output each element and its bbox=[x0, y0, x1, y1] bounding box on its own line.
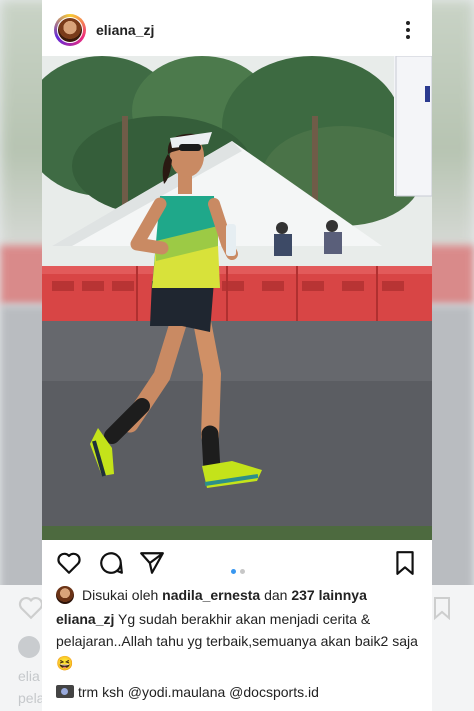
post-username[interactable]: eliana_zj bbox=[96, 22, 154, 38]
camera-emoji-icon bbox=[56, 685, 74, 698]
more-options-icon[interactable] bbox=[398, 18, 418, 42]
backdrop-username-fragment: elia bbox=[18, 668, 40, 684]
carousel-dot bbox=[240, 569, 245, 574]
comment-icon[interactable] bbox=[98, 550, 124, 576]
share-send-icon[interactable] bbox=[139, 550, 165, 576]
like-heart-icon[interactable] bbox=[56, 550, 82, 576]
mention-yodi[interactable]: @yodi.maulana bbox=[128, 684, 226, 700]
caption-credit-line: trm ksh @yodi.maulana @docsports.id bbox=[56, 684, 420, 700]
profile-avatar[interactable] bbox=[54, 14, 86, 46]
backdrop-bookmark-icon bbox=[434, 597, 450, 620]
likes-prefix: Disukai oleh bbox=[82, 587, 159, 603]
liker-avatar bbox=[56, 586, 74, 604]
post-card: eliana_zj Disukai oleh nadila_ernesta da… bbox=[42, 0, 432, 711]
liker-username[interactable]: nadila_ernesta bbox=[162, 587, 260, 603]
backdrop-heart-icon bbox=[18, 596, 44, 620]
post-photo[interactable] bbox=[42, 56, 432, 540]
caption-username[interactable]: eliana_zj bbox=[56, 611, 114, 627]
backdrop-avatar bbox=[18, 636, 40, 658]
likes-count[interactable]: 237 lainnya bbox=[291, 587, 367, 603]
mention-docsports[interactable]: @docsports.id bbox=[229, 684, 319, 700]
post-header: eliana_zj bbox=[42, 0, 432, 58]
carousel-indicator bbox=[229, 561, 247, 579]
post-action-bar bbox=[42, 540, 432, 584]
post-caption: eliana_zj Yg sudah berakhir akan menjadi… bbox=[56, 608, 420, 674]
credit-prefix: trm ksh bbox=[78, 684, 124, 700]
save-bookmark-icon[interactable] bbox=[392, 550, 418, 576]
carousel-dot-active bbox=[231, 569, 236, 574]
likes-middle: dan bbox=[264, 587, 288, 603]
